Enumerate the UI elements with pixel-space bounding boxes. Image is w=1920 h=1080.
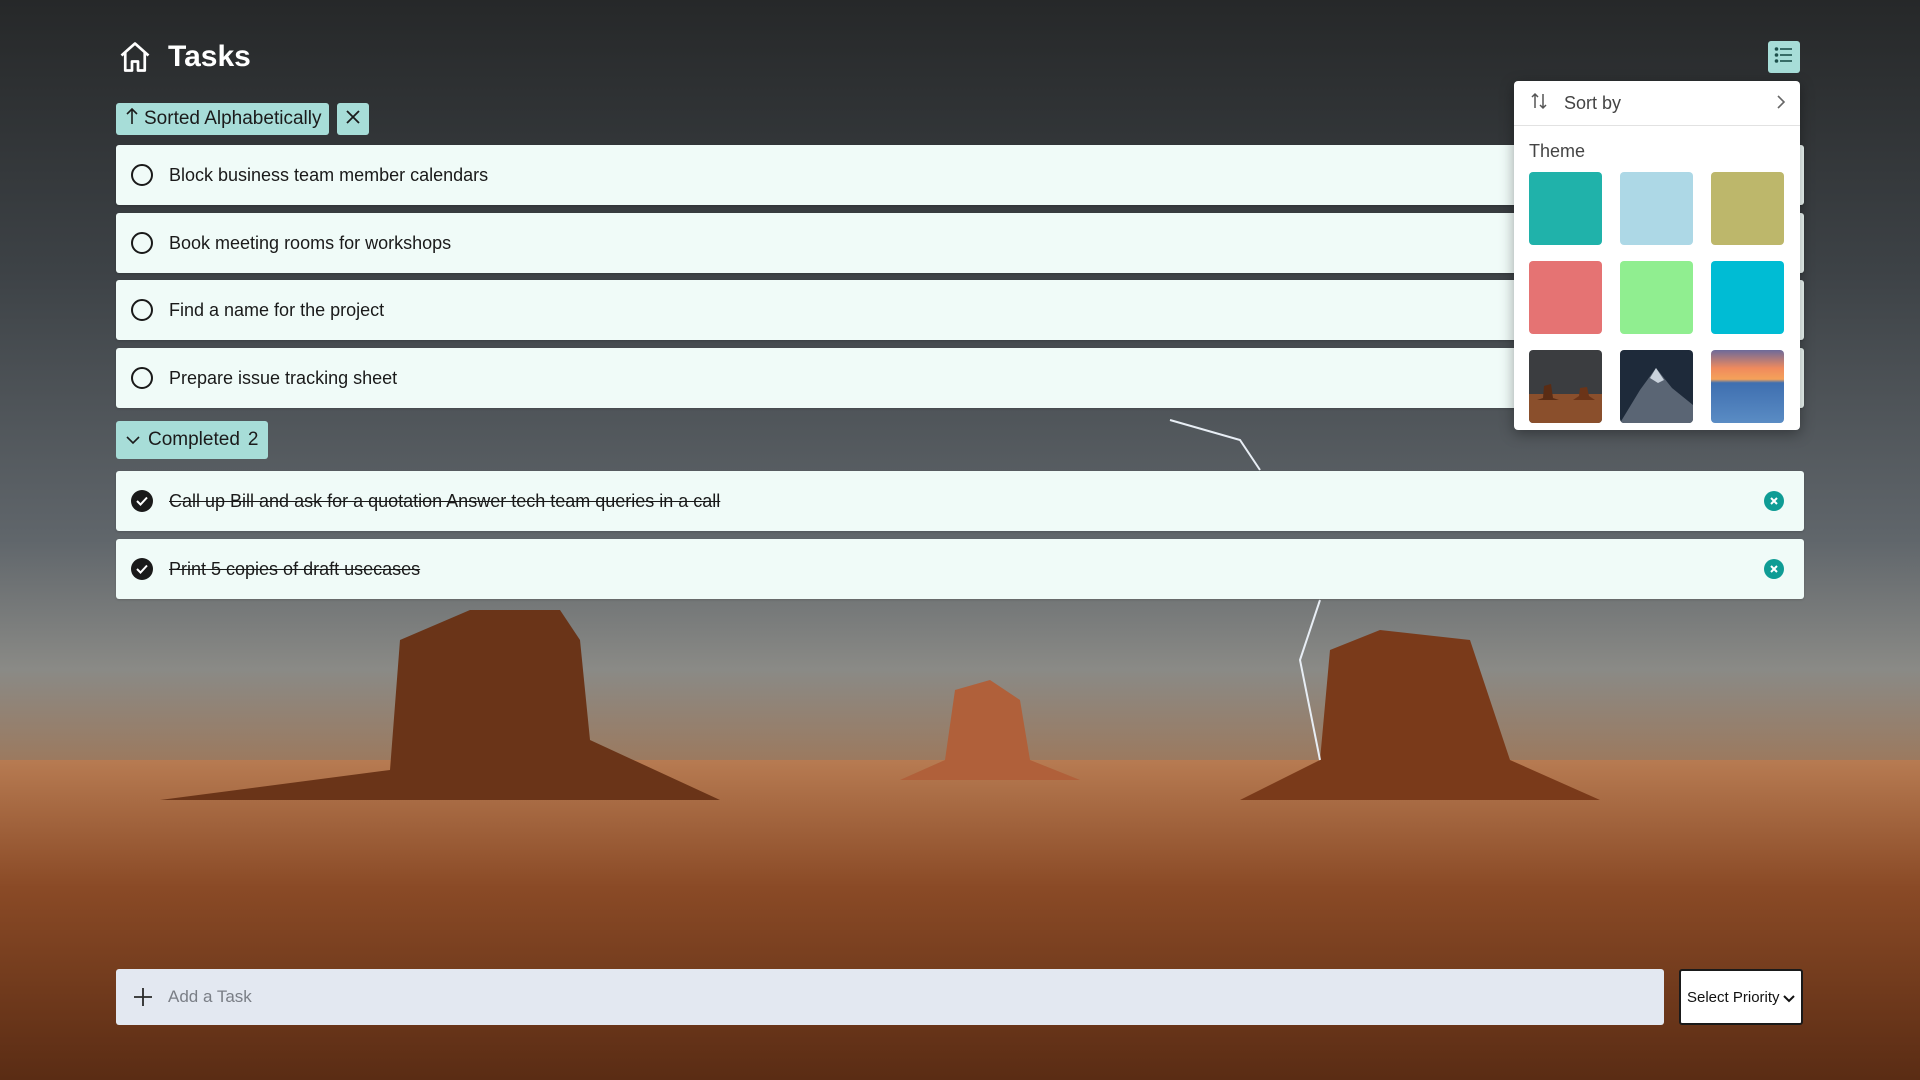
theme-swatch-light-blue[interactable]	[1620, 172, 1693, 245]
checked-icon[interactable]	[131, 490, 153, 512]
theme-swatch-teal[interactable]	[1529, 172, 1602, 245]
close-icon	[345, 109, 361, 130]
add-task-input[interactable]	[166, 986, 1570, 1008]
theme-image-sunset[interactable]	[1711, 350, 1784, 423]
task-checkbox[interactable]	[131, 367, 153, 389]
completed-task-item[interactable]: Call up Bill and ask for a quotation Ans…	[116, 471, 1804, 531]
home-icon[interactable]	[116, 38, 154, 76]
app-header: Tasks	[116, 38, 251, 76]
sort-chip[interactable]: Sorted Alphabetically	[116, 103, 330, 135]
completed-count: 2	[247, 429, 259, 450]
remove-task-icon[interactable]	[1764, 559, 1784, 579]
options-menu: Sort by Theme	[1514, 81, 1800, 430]
theme-swatch-cyan[interactable]	[1711, 261, 1784, 334]
priority-select-value: Select Priority	[1687, 988, 1780, 1006]
priority-select[interactable]: Select Priority	[1679, 969, 1803, 1025]
completed-toggle[interactable]: Completed 2	[116, 421, 269, 459]
chevron-down-icon	[1783, 991, 1795, 1008]
list-icon	[1774, 46, 1794, 69]
add-task-bar	[116, 969, 1664, 1025]
theme-label: Theme	[1529, 141, 1586, 161]
page-title: Tasks	[168, 40, 251, 73]
sort-icon	[1530, 92, 1548, 115]
chevron-down-icon	[126, 429, 140, 451]
task-checkbox[interactable]	[131, 232, 153, 254]
completed-task-item[interactable]: Print 5 copies of draft usecases	[116, 539, 1804, 599]
completed-task-label: Print 5 copies of draft usecases	[169, 558, 421, 579]
theme-image-desert[interactable]	[1529, 350, 1602, 423]
plus-icon[interactable]	[132, 986, 154, 1008]
task-label: Book meeting rooms for workshops	[169, 232, 452, 253]
sort-by-menu-item[interactable]: Sort by	[1514, 81, 1800, 126]
sort-by-label: Sort by	[1564, 92, 1622, 113]
completed-task-label: Call up Bill and ask for a quotation Ans…	[169, 490, 721, 511]
arrow-up-icon	[124, 107, 140, 131]
completed-label: Completed	[148, 429, 240, 450]
sort-chip-label: Sorted Alphabetically	[144, 108, 322, 129]
theme-swatch-light-green[interactable]	[1620, 261, 1693, 334]
theme-swatches	[1529, 172, 1800, 423]
task-label: Prepare issue tracking sheet	[169, 367, 398, 388]
task-label: Block business team member calendars	[169, 164, 489, 185]
task-checkbox[interactable]	[131, 299, 153, 321]
theme-image-mountain[interactable]	[1620, 350, 1693, 423]
theme-swatch-coral[interactable]	[1529, 261, 1602, 334]
checked-icon[interactable]	[131, 558, 153, 580]
menu-button[interactable]	[1768, 41, 1800, 73]
remove-task-icon[interactable]	[1764, 491, 1784, 511]
chevron-right-icon	[1776, 94, 1786, 115]
task-label: Find a name for the project	[169, 299, 385, 320]
task-checkbox[interactable]	[131, 164, 153, 186]
clear-sort-button[interactable]	[337, 103, 369, 135]
theme-swatch-khaki[interactable]	[1711, 172, 1784, 245]
